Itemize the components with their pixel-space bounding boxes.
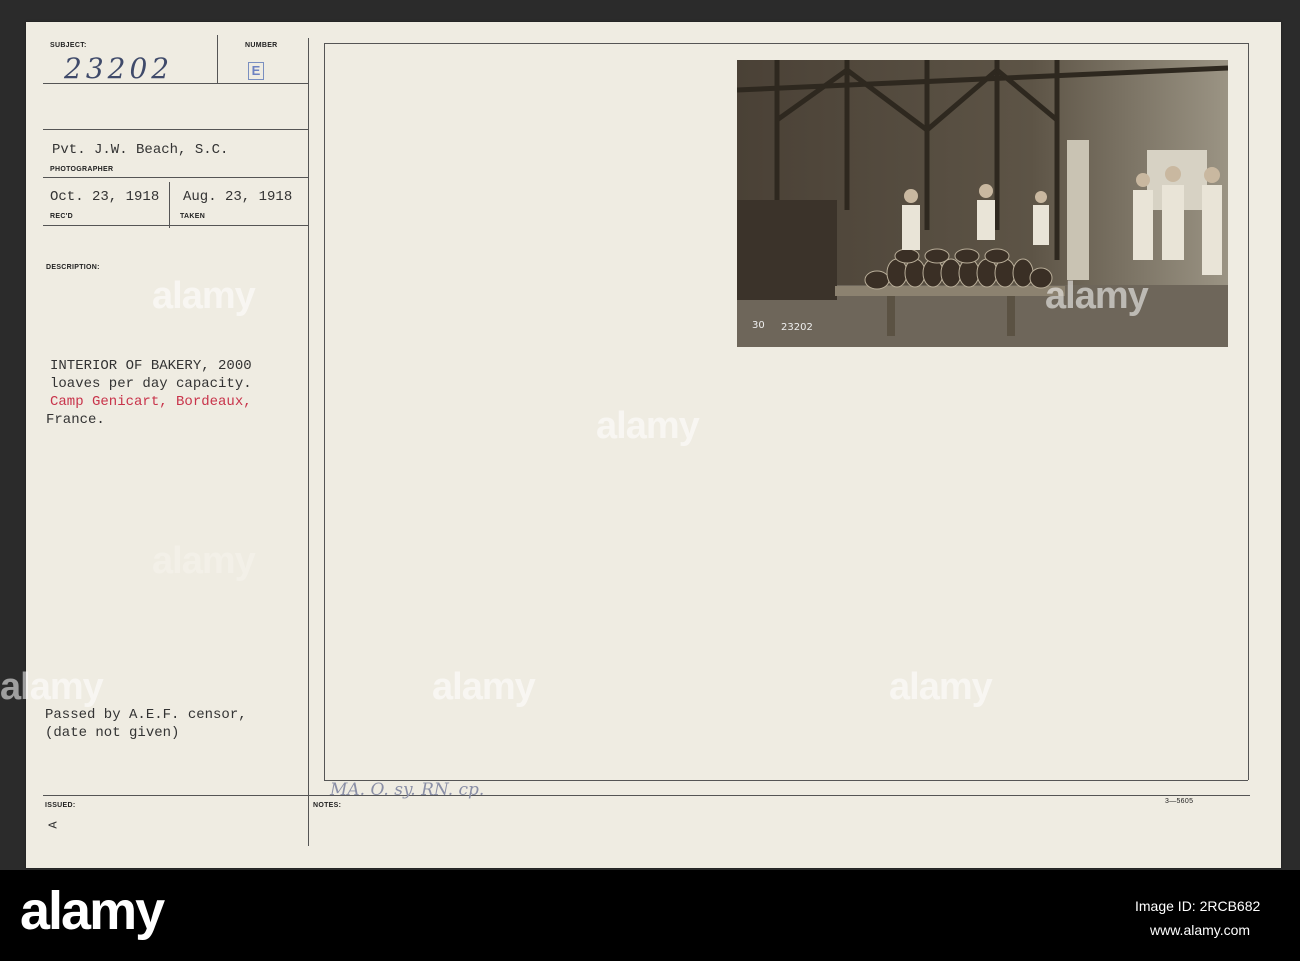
- watermark-4: alamy: [0, 666, 104, 708]
- negative-corner-mark: 30: [752, 320, 765, 331]
- description-line-4: France.: [46, 412, 105, 428]
- watermark-1: alamy: [152, 275, 256, 317]
- notes-label: NOTES:: [313, 802, 342, 809]
- rule-photographer: [43, 177, 308, 178]
- watermark-6: alamy: [432, 666, 536, 708]
- negative-number: 23202: [781, 322, 813, 333]
- inner-frame-top: [324, 43, 1248, 44]
- censor-line-2: (date not given): [45, 725, 180, 741]
- bakery-photograph: [737, 60, 1228, 347]
- form-code: 3—5605: [1165, 798, 1194, 805]
- footer-image-id: Image ID: 2RCB682: [1135, 898, 1261, 914]
- rule-issued: [43, 795, 1250, 796]
- received-label: REC'D: [50, 213, 73, 220]
- footer-logo[interactable]: alamy: [20, 880, 165, 942]
- description-line-3: Camp Genicart, Bordeaux,: [50, 394, 252, 410]
- subject-number: 23202: [64, 52, 174, 85]
- number-label: NUMBER: [245, 42, 278, 49]
- inner-frame-right: [1248, 43, 1249, 780]
- issued-mark: A: [46, 821, 61, 829]
- issued-label: ISSUED:: [45, 802, 76, 809]
- description-line-2: loaves per day capacity.: [50, 376, 252, 392]
- photographer-label: PHOTOGRAPHER: [50, 166, 114, 173]
- footer-band: [0, 870, 1300, 961]
- subject-number-divider: [217, 35, 218, 83]
- taken-date: Aug. 23, 1918: [183, 189, 293, 205]
- watermark-7: alamy: [889, 666, 993, 708]
- notes-handwriting: MA. O. sy. RN. cp.: [330, 780, 485, 800]
- description-line-1: INTERIOR OF BAKERY, 2000: [50, 358, 252, 374]
- series-letter-stamp: E: [248, 62, 264, 80]
- rule-photographer-top: [43, 129, 308, 130]
- rule-dates: [43, 225, 308, 226]
- photographer-value: Pvt. J.W. Beach, S.C.: [52, 142, 229, 158]
- watermark-5: alamy: [152, 540, 256, 582]
- censor-line-1: Passed by A.E.F. censor,: [45, 707, 247, 723]
- watermark-2: alamy: [596, 405, 700, 447]
- left-column-divider: [308, 38, 309, 846]
- received-date: Oct. 23, 1918: [50, 189, 160, 205]
- description-label: DESCRIPTION:: [46, 264, 100, 271]
- subject-label: SUBJECT:: [50, 42, 87, 49]
- inner-frame-left: [324, 43, 325, 780]
- footer-site[interactable]: www.alamy.com: [1150, 922, 1250, 938]
- dates-divider: [169, 182, 170, 228]
- watermark-3: alamy: [1045, 275, 1149, 317]
- taken-label: TAKEN: [180, 213, 206, 220]
